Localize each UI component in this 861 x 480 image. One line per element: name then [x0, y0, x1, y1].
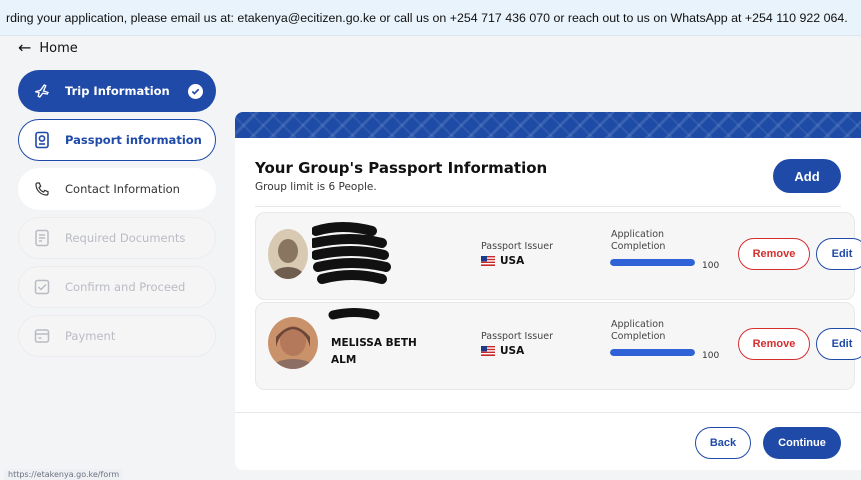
avatar — [268, 317, 318, 369]
remove-traveler-button[interactable]: Remove — [738, 328, 810, 360]
redacted-name — [328, 307, 380, 326]
check-icon — [188, 84, 203, 99]
completion-progress-bar — [610, 349, 695, 356]
continue-button[interactable]: Continue — [763, 427, 841, 459]
traveler-card: MELISSA BETH ALM Passport Issuer USA App… — [255, 302, 861, 390]
remove-traveler-button[interactable]: Remove — [738, 238, 810, 270]
add-traveler-button[interactable]: Add — [773, 159, 841, 193]
passport-panel: Your Group's Passport Information Group … — [235, 112, 861, 470]
completion-progress-fill — [610, 259, 695, 266]
completion-progress-bar — [610, 259, 695, 266]
sidebar-item-contact-information[interactable]: Contact Information — [18, 168, 216, 210]
sidebar-item-label: Passport information — [65, 133, 202, 147]
sidebar-item-trip-information[interactable]: Trip Information — [18, 70, 216, 112]
notice-banner: rding your application, please email us … — [0, 0, 861, 36]
passport-issuer-label: Passport Issuer — [481, 241, 553, 252]
status-url: https://etakenya.go.ke/form — [4, 469, 124, 480]
traveler-card: Passport Issuer USA Application Completi… — [255, 212, 861, 300]
footer-divider — [235, 412, 861, 413]
edit-traveler-button[interactable]: Edit — [816, 238, 861, 270]
passport-issuer-label: Passport Issuer — [481, 331, 553, 342]
sidebar-item-required-documents: Required Documents — [18, 217, 216, 259]
group-limit-text: Group limit is 6 People. — [255, 181, 377, 193]
document-icon — [33, 229, 51, 247]
payment-icon — [33, 327, 51, 345]
checkbox-icon — [33, 278, 51, 296]
page-title: Your Group's Passport Information — [255, 159, 548, 177]
completion-progress-fill — [610, 349, 695, 356]
completion-value: 100 — [702, 261, 720, 271]
airplane-icon — [33, 82, 51, 100]
sidebar-item-label: Confirm and Proceed — [65, 280, 186, 294]
completion-label: Application Completion — [611, 229, 666, 252]
home-link[interactable]: ← Home — [18, 38, 78, 58]
back-button[interactable]: Back — [695, 427, 751, 459]
us-flag-icon — [481, 256, 495, 266]
sidebar-item-passport-information[interactable]: Passport information — [18, 119, 216, 161]
issuer-country: USA — [500, 345, 525, 357]
edit-traveler-button[interactable]: Edit — [816, 328, 861, 360]
avatar — [268, 229, 308, 279]
sidebar-item-payment: Payment — [18, 315, 216, 357]
completion-value: 100 — [702, 351, 720, 361]
passport-icon — [33, 131, 51, 149]
passport-issuer-value: USA — [481, 255, 524, 267]
divider — [255, 206, 841, 207]
decorative-pattern-banner — [235, 112, 861, 138]
issuer-country: USA — [500, 255, 525, 267]
sidebar-item-label: Trip Information — [65, 84, 170, 98]
home-label: Home — [39, 40, 78, 56]
sidebar-item-label: Payment — [65, 329, 116, 343]
arrow-left-icon: ← — [18, 38, 32, 57]
traveler-name: MELISSA BETH ALM — [331, 337, 417, 366]
completion-label: Application Completion — [611, 319, 666, 342]
phone-icon — [33, 180, 51, 198]
sidebar-item-label: Contact Information — [65, 182, 180, 196]
redacted-name — [309, 221, 392, 291]
sidebar-item-label: Required Documents — [65, 231, 186, 245]
sidebar-item-confirm-and-proceed: Confirm and Proceed — [18, 266, 216, 308]
us-flag-icon — [481, 346, 495, 356]
passport-issuer-value: USA — [481, 345, 524, 357]
